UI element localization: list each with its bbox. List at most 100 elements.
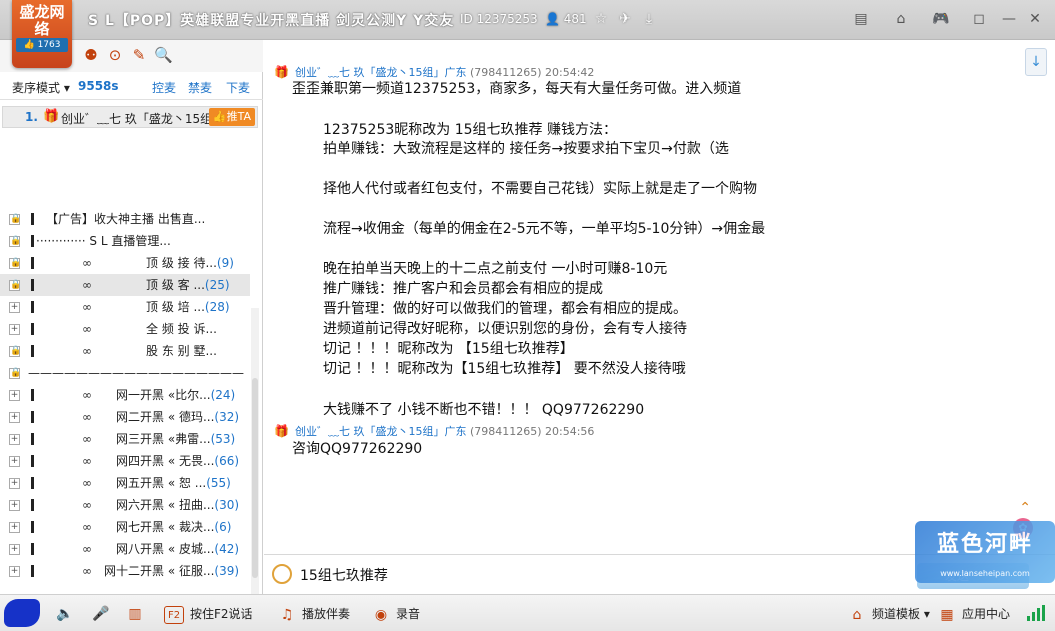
tree-row[interactable]: 🔒 ∞ 股 东 别 墅... <box>0 340 250 362</box>
channel-logo[interactable]: 盛龙网络 👍 1763 <box>12 0 72 68</box>
message-input-row: 15组七玖推荐 发送 蓝色河畔 www.lanseheipan.com <box>264 521 1055 594</box>
expand-icon[interactable]: + <box>9 544 20 555</box>
tree-row[interactable]: + ∞ 网四开黑 « 无畏...(66) <box>0 450 250 472</box>
channel-bar <box>31 389 34 401</box>
push-ta-button[interactable]: 👍推TA <box>208 108 255 126</box>
tree-row-label: 网五开黑 « 恕 ...(55) <box>116 472 231 494</box>
tree-row[interactable]: 🔒 ············· S L 直播管理... <box>0 230 250 252</box>
expand-icon[interactable]: + <box>9 324 20 335</box>
f2-key-icon: F2 <box>164 605 184 624</box>
infinity-icon: ∞ <box>82 498 92 512</box>
close-icon[interactable]: ✕ <box>1026 10 1044 28</box>
tree-row-label: 股 东 别 墅... <box>146 344 217 358</box>
tree-row[interactable]: 🔒 ∞ 顶 级 客 ...(25) <box>0 274 250 296</box>
channel-tree: 🔒 【广告】收大神主播 出售直... 🔒 ············· S L 直播管… <box>0 208 250 582</box>
tree-row-label: ············· S L 直播管理... <box>36 234 171 248</box>
tree-row[interactable]: + ∞ 网一开黑 «比尔...(24) <box>0 384 250 406</box>
channel-bar <box>31 411 34 423</box>
mic-queue-item[interactable]: 1. 🎁 创业゛﹏七 玖「盛龙丶15组 👍推TA <box>2 106 258 128</box>
tree-row[interactable]: + ∞ 网七开黑 « 裁决...(6) <box>0 516 250 538</box>
notes-icon[interactable]: ▤ <box>852 10 870 28</box>
tree-row-text: 网五开黑 « 恕 ... <box>116 476 207 490</box>
infinity-icon: ∞ <box>82 454 92 468</box>
control-mic-link[interactable]: 控麦 <box>152 79 176 96</box>
expand-icon[interactable]: + <box>9 522 20 533</box>
tree-row-label: 顶 级 客 ...(25) <box>146 274 230 296</box>
tree-row[interactable]: + ∞ 网二开黑 « 德玛...(32) <box>0 406 250 428</box>
push-to-talk-button[interactable]: F2 按住F2说话 <box>164 605 253 624</box>
record-button[interactable]: ◉ 录音 <box>372 605 420 624</box>
search-icon[interactable]: 🔍 <box>154 46 173 64</box>
emoji-icon[interactable] <box>272 564 292 584</box>
expand-icon[interactable]: + <box>9 566 20 577</box>
tree-row-label: 网一开黑 «比尔...(24) <box>116 384 235 406</box>
channel-tree-scrollbar[interactable] <box>251 308 259 631</box>
message-line: 歪歪兼职第一频道12375253，商家多，每天有大量任务可做。进入频道 <box>292 81 742 97</box>
tree-row[interactable]: 🔒 ∞ 顶 级 接 待...(9) <box>0 252 250 274</box>
tree-row-label: 网七开黑 « 裁决...(6) <box>116 516 231 538</box>
tree-row-count: (55) <box>206 476 231 490</box>
tree-row[interactable]: + ∞ 顶 级 培 ...(28) <box>0 296 250 318</box>
download-icon[interactable]: ⤓ <box>640 10 658 28</box>
tree-row[interactable]: 🔒 —————————————————— <box>0 362 250 384</box>
tree-row[interactable]: + ∞ 网五开黑 « 恕 ...(55) <box>0 472 250 494</box>
infinity-icon: ∞ <box>82 300 92 314</box>
message-line: 切记 ！！！昵称改为 【15组七玖推荐】 <box>323 341 574 357</box>
edit-icon[interactable]: ✎ <box>130 46 148 64</box>
expand-icon[interactable]: + <box>9 434 20 445</box>
channel-home-icon[interactable]: ⌂ <box>892 10 910 28</box>
push-to-talk-label: 按住F2说话 <box>190 607 253 621</box>
gamepad-icon[interactable]: 🎮 <box>930 10 952 28</box>
scroll-to-bottom-icon[interactable]: ↓ <box>1025 48 1047 76</box>
online-count-value: 481 <box>563 12 587 26</box>
expand-icon[interactable]: + <box>9 478 20 489</box>
channel-bar <box>31 455 34 467</box>
tree-row-label: 网六开黑 « 扭曲...(30) <box>116 494 239 516</box>
tree-row[interactable]: 🔒 【广告】收大神主播 出售直... <box>0 208 250 230</box>
lock-icon: 🔒 <box>9 236 22 247</box>
expand-icon[interactable]: + <box>9 456 20 467</box>
message-meta: (798411265) 20:54:56 <box>469 425 595 438</box>
expand-icon[interactable]: + <box>9 390 20 401</box>
expand-icon[interactable]: + <box>9 500 20 511</box>
message-line: 晚在拍单当天晚上的十二点之前支付 一小时可赚8-10元 <box>323 261 668 277</box>
mic-mode-label[interactable]: 麦序模式 ▾ <box>12 79 70 96</box>
tree-row[interactable]: + ∞ 网八开黑 « 皮城...(42) <box>0 538 250 560</box>
ban-mic-link[interactable]: 禁麦 <box>188 79 212 96</box>
message-line: 咨询QQ977262290 <box>292 441 423 457</box>
skin-icon[interactable]: ◻ <box>970 10 988 28</box>
tree-row[interactable]: + ∞ 全 频 投 诉... <box>0 318 250 340</box>
microphone-icon[interactable]: 🎤 <box>92 605 116 623</box>
message-line: 择他人代付或者红包支付，不需要自己花钱）实际上就是走了一个购物 <box>323 181 757 197</box>
play-music-button[interactable]: ♫ 播放伴奏 <box>278 605 350 624</box>
down-mic-link[interactable]: 下麦 <box>226 79 250 96</box>
message-input[interactable]: 15组七玖推荐 <box>300 565 388 585</box>
channel-bar <box>31 235 34 247</box>
expand-icon[interactable]: + <box>9 302 20 313</box>
equalizer-icon[interactable]: ▥ <box>126 605 150 623</box>
app-center-button[interactable]: ▦ 应用中心 <box>938 605 1010 624</box>
chevron-up-icon[interactable]: ⌃ <box>1019 500 1031 516</box>
queue-number: 1. <box>25 110 38 124</box>
channel-bar <box>31 213 34 225</box>
gift-icon: 🎁 <box>43 109 60 124</box>
expand-icon[interactable]: + <box>9 412 20 423</box>
speaker-icon[interactable]: 🔈 <box>56 605 80 623</box>
scrollbar-thumb[interactable] <box>252 378 258 578</box>
minimize-icon[interactable]: — <box>1000 10 1018 28</box>
tree-row-label: 全 频 投 诉... <box>146 322 217 336</box>
signal-bar <box>1042 605 1045 621</box>
channel-template-button[interactable]: ⌂ 频道模板 ▾ <box>848 605 930 624</box>
tree-row[interactable]: + ∞ 网六开黑 « 扭曲...(30) <box>0 494 250 516</box>
tree-row[interactable]: + ∞ 网三开黑 «弗雷...(53) <box>0 428 250 450</box>
avatar[interactable] <box>4 599 40 627</box>
plane-icon[interactable]: ✈ <box>616 10 634 28</box>
message-username[interactable]: 创业゛﹏七 玖「盛龙丶15组」广东 <box>295 425 467 438</box>
message-username[interactable]: 创业゛﹏七 玖「盛龙丶15组」广东 <box>295 66 467 79</box>
tree-row[interactable]: + ∞ 网十二开黑 « 征服...(39) <box>0 560 250 582</box>
star-icon[interactable]: ☆ <box>592 10 610 28</box>
location-icon[interactable]: ⊙ <box>106 46 124 64</box>
logo-like-count: 👍 1763 <box>16 38 68 52</box>
users-icon[interactable]: ⚉ <box>82 46 100 64</box>
channel-bar <box>31 499 34 511</box>
